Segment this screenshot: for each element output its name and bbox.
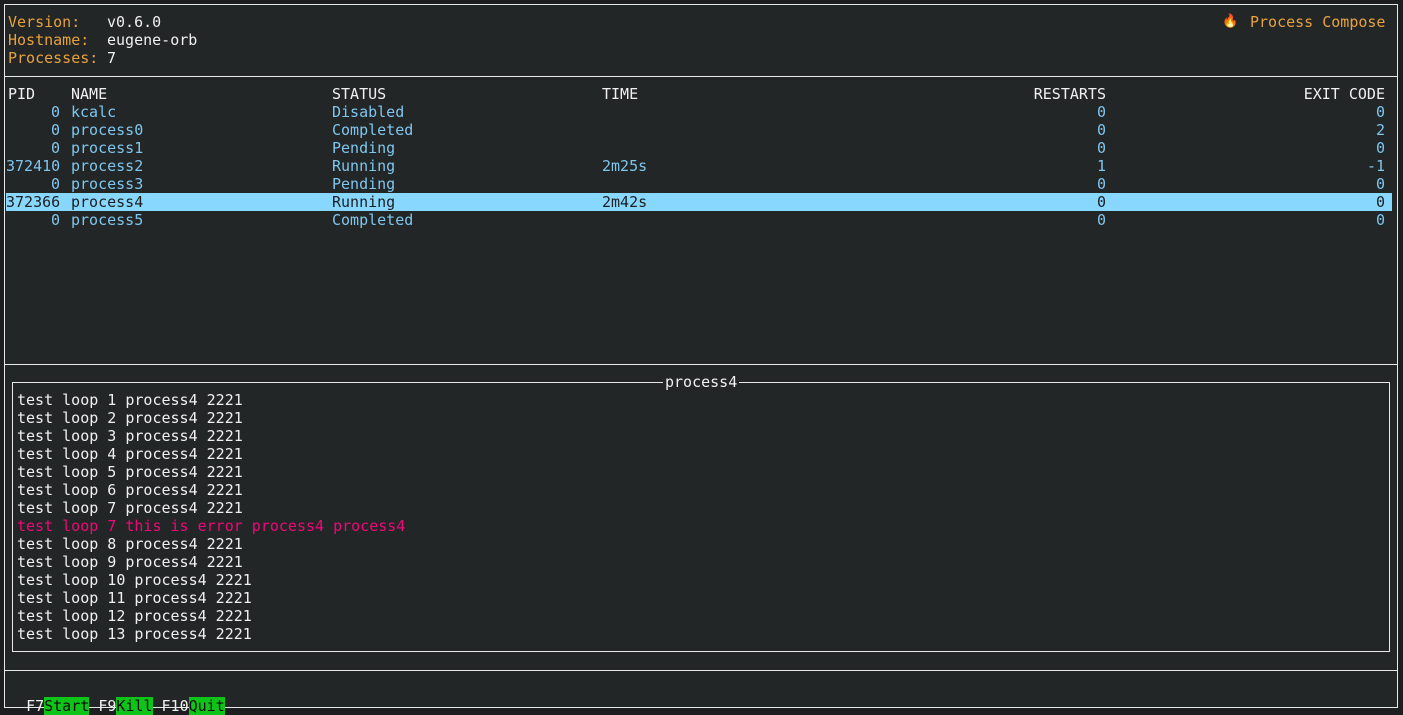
log-line: test loop 3 process4 2221 bbox=[17, 427, 243, 445]
app-title: Process Compose bbox=[1250, 13, 1386, 31]
cell-status: Running bbox=[332, 193, 396, 211]
cell-status: Disabled bbox=[332, 103, 405, 121]
cell-restarts: 1 bbox=[1096, 157, 1106, 175]
processes-label: Processes: bbox=[8, 49, 99, 67]
log-panel-title: process4 bbox=[663, 373, 740, 391]
cell-restarts: 0 bbox=[1096, 211, 1106, 229]
cell-time: 2m42s bbox=[602, 193, 648, 211]
column-header-pid[interactable]: PID bbox=[8, 85, 62, 103]
cell-pid: 0 bbox=[50, 121, 60, 139]
hostname-label: Hostname: bbox=[8, 31, 90, 49]
cell-name: process5 bbox=[71, 211, 144, 229]
table-row[interactable]: 0 kcalc Disabled 0 0 bbox=[6, 103, 1392, 121]
cell-time: 2m25s bbox=[602, 157, 648, 175]
kill-button[interactable]: Kill bbox=[116, 697, 153, 715]
processes-count: 7 bbox=[107, 49, 117, 67]
cell-exit: 2 bbox=[1375, 121, 1385, 139]
log-line: test loop 4 process4 2221 bbox=[17, 445, 243, 463]
table-row[interactable]: 0 process5 Completed 0 0 bbox=[6, 211, 1392, 229]
cell-exit: 0 bbox=[1375, 193, 1385, 211]
table-row[interactable]: 0 process0 Completed 0 2 bbox=[6, 121, 1392, 139]
divider bbox=[4, 364, 1398, 365]
log-line: test loop 9 process4 2221 bbox=[17, 553, 243, 571]
cell-restarts: 0 bbox=[1096, 193, 1106, 211]
divider bbox=[4, 670, 1398, 671]
footer-shortcuts: F7Start F9Kill F10Quit bbox=[8, 679, 225, 715]
cell-exit: 0 bbox=[1375, 175, 1385, 193]
cell-name: process1 bbox=[71, 139, 144, 157]
shortcut-key: F9 bbox=[98, 697, 117, 715]
start-button[interactable]: Start bbox=[44, 697, 90, 715]
column-header-name[interactable]: NAME bbox=[71, 85, 107, 103]
table-row[interactable]: 0 process1 Pending 0 0 bbox=[6, 139, 1392, 157]
cell-name: process4 bbox=[71, 193, 144, 211]
table-row[interactable]: 0 process3 Pending 0 0 bbox=[6, 175, 1392, 193]
cell-pid: 0 bbox=[50, 175, 60, 193]
version-label: Version: bbox=[8, 13, 81, 31]
cell-exit: -1 bbox=[1366, 157, 1385, 175]
log-line: test loop 5 process4 2221 bbox=[17, 463, 243, 481]
cell-name: process3 bbox=[71, 175, 144, 193]
log-line: test loop 6 process4 2221 bbox=[17, 481, 243, 499]
cell-name: process2 bbox=[71, 157, 144, 175]
log-line-error: test loop 7 this is error process4 proce… bbox=[17, 517, 406, 535]
quit-button[interactable]: Quit bbox=[188, 697, 225, 715]
column-header-status[interactable]: STATUS bbox=[332, 85, 386, 103]
cell-pid: 372366 bbox=[6, 193, 61, 211]
shortcut-key: F10 bbox=[161, 697, 189, 715]
divider bbox=[4, 76, 1398, 77]
log-line: test loop 13 process4 2221 bbox=[17, 625, 252, 643]
log-line: test loop 2 process4 2221 bbox=[17, 409, 243, 427]
cell-exit: 0 bbox=[1375, 139, 1385, 157]
cell-pid: 0 bbox=[50, 139, 60, 157]
cell-status: Completed bbox=[332, 211, 414, 229]
column-header-exit-code[interactable]: EXIT CODE bbox=[1304, 85, 1385, 103]
cell-status: Pending bbox=[332, 175, 396, 193]
log-line: test loop 7 process4 2221 bbox=[17, 499, 243, 517]
fire-icon: 🔥 bbox=[1222, 14, 1239, 29]
start-shortcut[interactable]: F7Start bbox=[26, 697, 90, 715]
table-header: PID NAME STATUS TIME RESTARTS EXIT CODE bbox=[6, 85, 1392, 103]
log-line: test loop 1 process4 2221 bbox=[17, 391, 243, 409]
cell-pid: 0 bbox=[50, 103, 60, 121]
shortcut-key: F7 bbox=[26, 697, 45, 715]
cell-restarts: 0 bbox=[1096, 175, 1106, 193]
table-row[interactable]: 372366 process4 Running 2m42s 0 0 bbox=[6, 193, 1392, 211]
cell-pid: 0 bbox=[50, 211, 60, 229]
cell-status: Pending bbox=[332, 139, 396, 157]
column-header-time[interactable]: TIME bbox=[602, 85, 638, 103]
log-line: test loop 11 process4 2221 bbox=[17, 589, 252, 607]
cell-name: process0 bbox=[71, 121, 144, 139]
cell-restarts: 0 bbox=[1096, 121, 1106, 139]
column-header-restarts[interactable]: RESTARTS bbox=[1034, 85, 1106, 103]
cell-exit: 0 bbox=[1375, 103, 1385, 121]
quit-shortcut[interactable]: F10Quit bbox=[162, 697, 225, 715]
cell-exit: 0 bbox=[1375, 211, 1385, 229]
cell-restarts: 0 bbox=[1096, 139, 1106, 157]
log-line: test loop 8 process4 2221 bbox=[17, 535, 243, 553]
kill-shortcut[interactable]: F9Kill bbox=[98, 697, 153, 715]
cell-pid: 372410 bbox=[6, 157, 61, 175]
cell-restarts: 0 bbox=[1096, 103, 1106, 121]
cell-status: Running bbox=[332, 157, 396, 175]
log-line: test loop 12 process4 2221 bbox=[17, 607, 252, 625]
log-line: test loop 10 process4 2221 bbox=[17, 571, 252, 589]
cell-status: Completed bbox=[332, 121, 414, 139]
hostname-value: eugene-orb bbox=[107, 31, 198, 49]
version-value: v0.6.0 bbox=[107, 13, 162, 31]
cell-name: kcalc bbox=[71, 103, 117, 121]
table-row[interactable]: 372410 process2 Running 2m25s 1 -1 bbox=[6, 157, 1392, 175]
